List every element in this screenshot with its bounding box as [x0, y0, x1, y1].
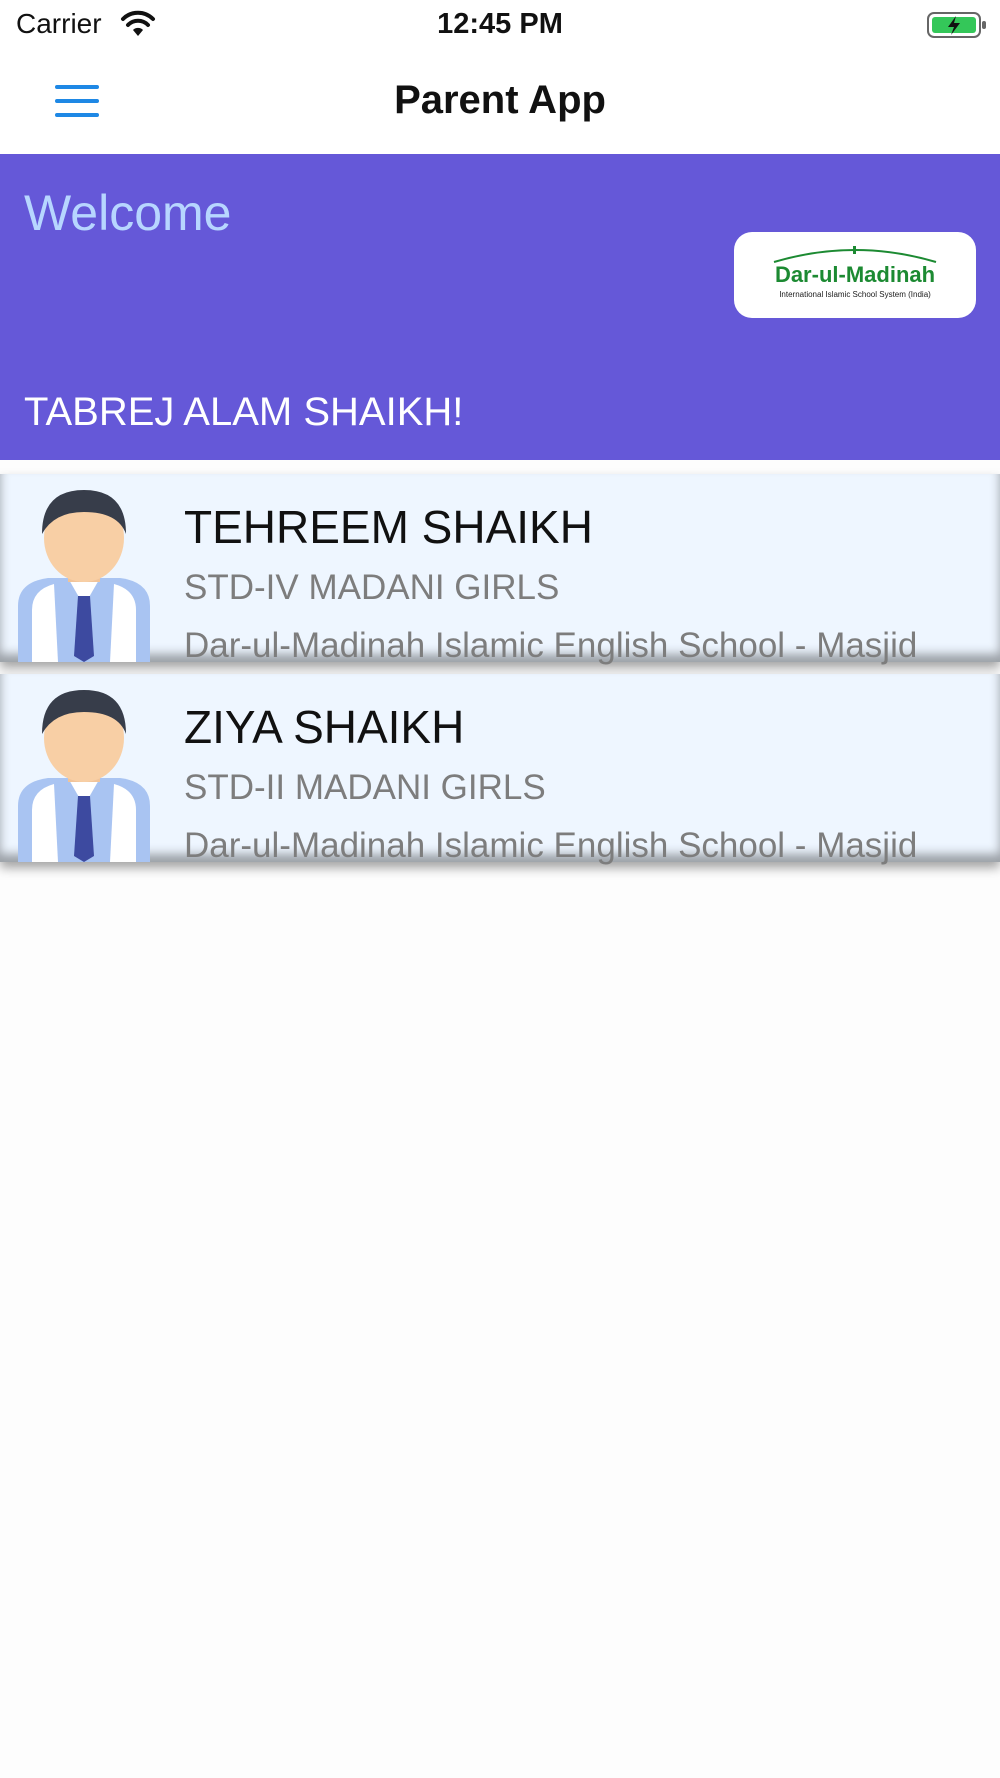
student-card[interactable]: TEHREEM SHAIKH STD-IV MADANI GIRLS Dar-u… — [0, 474, 1000, 665]
student-card[interactable]: ZIYA SHAIKH STD-II MADANI GIRLS Dar-ul-M… — [0, 674, 1000, 865]
status-bar: Carrier 12:45 PM — [0, 0, 1000, 50]
student-avatar-icon — [18, 490, 150, 662]
page-title: Parent App — [394, 78, 606, 122]
school-logo: Dar-ul-Madinah International Islamic Sch… — [734, 232, 976, 318]
logo-name: Dar-ul-Madinah — [774, 262, 936, 287]
welcome-heading: Welcome — [24, 185, 232, 241]
student-name: TEHREEM SHAIKH — [184, 501, 593, 553]
student-school: Dar-ul-Madinah Islamic English School - … — [184, 826, 918, 865]
welcome-banner: Welcome Dar-ul-Madinah International Isl… — [0, 154, 1000, 460]
logo-tagline: International Islamic School System (Ind… — [779, 290, 931, 299]
parent-name: TABREJ ALAM SHAIKH! — [24, 390, 464, 434]
clock: 12:45 PM — [437, 8, 563, 40]
student-class: STD-IV MADANI GIRLS — [184, 568, 560, 607]
student-avatar-icon — [18, 690, 150, 862]
navigation-bar: Parent App — [0, 50, 1000, 154]
student-class: STD-II MADANI GIRLS — [184, 768, 546, 807]
student-school: Dar-ul-Madinah Islamic English School - … — [184, 626, 918, 665]
battery-charging-icon — [926, 10, 988, 45]
student-name: ZIYA SHAIKH — [184, 701, 465, 753]
